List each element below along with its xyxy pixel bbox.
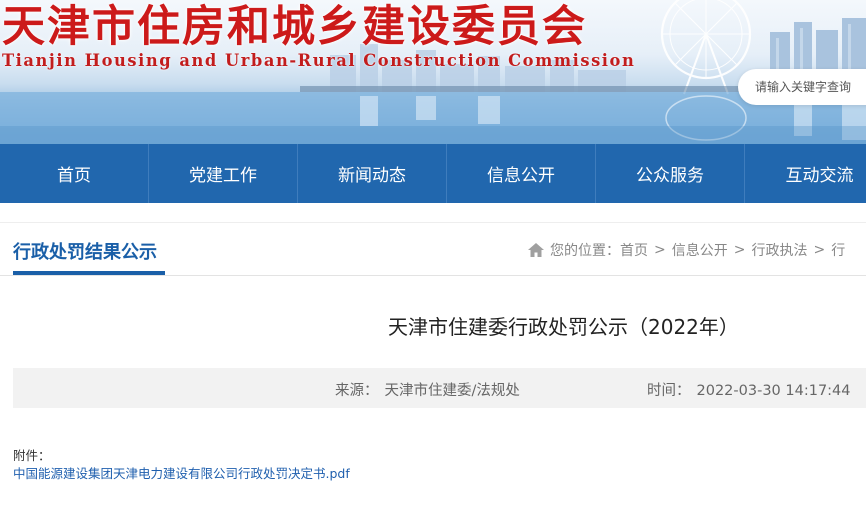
nav-item-news[interactable]: 新闻动态 (298, 144, 447, 203)
section-header: 行政处罚结果公示 您的位置： 首页 > 信息公开 > 行政执法 > 行 (0, 222, 866, 276)
attachment-pdf-link[interactable]: 中国能源建设集团天津电力建设有限公司行政处罚决定书.pdf (13, 463, 350, 482)
site-banner: 天津市住房和城乡建设委员会 Tianjin Housing and Urban-… (0, 0, 866, 144)
article-time: 时间： 2022-03-30 14:17:44 (647, 379, 851, 400)
breadcrumb-link-admin-enforcement[interactable]: 行政执法 (751, 240, 807, 260)
home-icon (527, 242, 545, 258)
breadcrumb-separator: > (733, 242, 746, 258)
site-title: 天津市住房和城乡建设委员会 (2, 2, 587, 52)
breadcrumb-link-info-disclosure[interactable]: 信息公开 (672, 240, 728, 260)
search-box (738, 69, 866, 105)
breadcrumb-link-home[interactable]: 首页 (620, 240, 648, 260)
article-time-label: 时间： (647, 383, 691, 399)
article-source-label: 来源： (335, 383, 379, 399)
breadcrumb: 您的位置： 首页 > 信息公开 > 行政执法 > 行 (527, 240, 845, 260)
breadcrumb-link-truncated[interactable]: 行 (831, 240, 845, 260)
nav-item-info-disclosure[interactable]: 信息公开 (447, 144, 596, 203)
breadcrumb-separator: > (813, 242, 826, 258)
nav-item-interaction[interactable]: 互动交流 (745, 144, 866, 203)
nav-item-home[interactable]: 首页 (0, 144, 149, 203)
article-meta-bar: 来源： 天津市住建委/法规处 时间： 2022-03-30 14:17:44 (13, 368, 866, 408)
attachment-label: 附件： (13, 448, 51, 463)
nav-item-public-service[interactable]: 公众服务 (596, 144, 745, 203)
article-source-value: 天津市住建委/法规处 (384, 383, 520, 399)
article-time-value: 2022-03-30 14:17:44 (696, 383, 851, 399)
breadcrumb-prefix: 您的位置： (550, 243, 620, 259)
search-input[interactable] (753, 79, 866, 95)
section-title-underline (13, 271, 165, 275)
main-nav: 首页 党建工作 新闻动态 信息公开 公众服务 互动交流 (0, 144, 866, 203)
nav-item-party-building[interactable]: 党建工作 (149, 144, 298, 203)
article-title: 天津市住建委行政处罚公示（2022年） (388, 315, 739, 339)
site-subtitle: Tianjin Housing and Urban-Rural Construc… (2, 51, 636, 70)
article-source: 来源： 天津市住建委/法规处 (335, 379, 520, 400)
breadcrumb-separator: > (654, 242, 666, 258)
section-title: 行政处罚结果公示 (13, 242, 157, 263)
